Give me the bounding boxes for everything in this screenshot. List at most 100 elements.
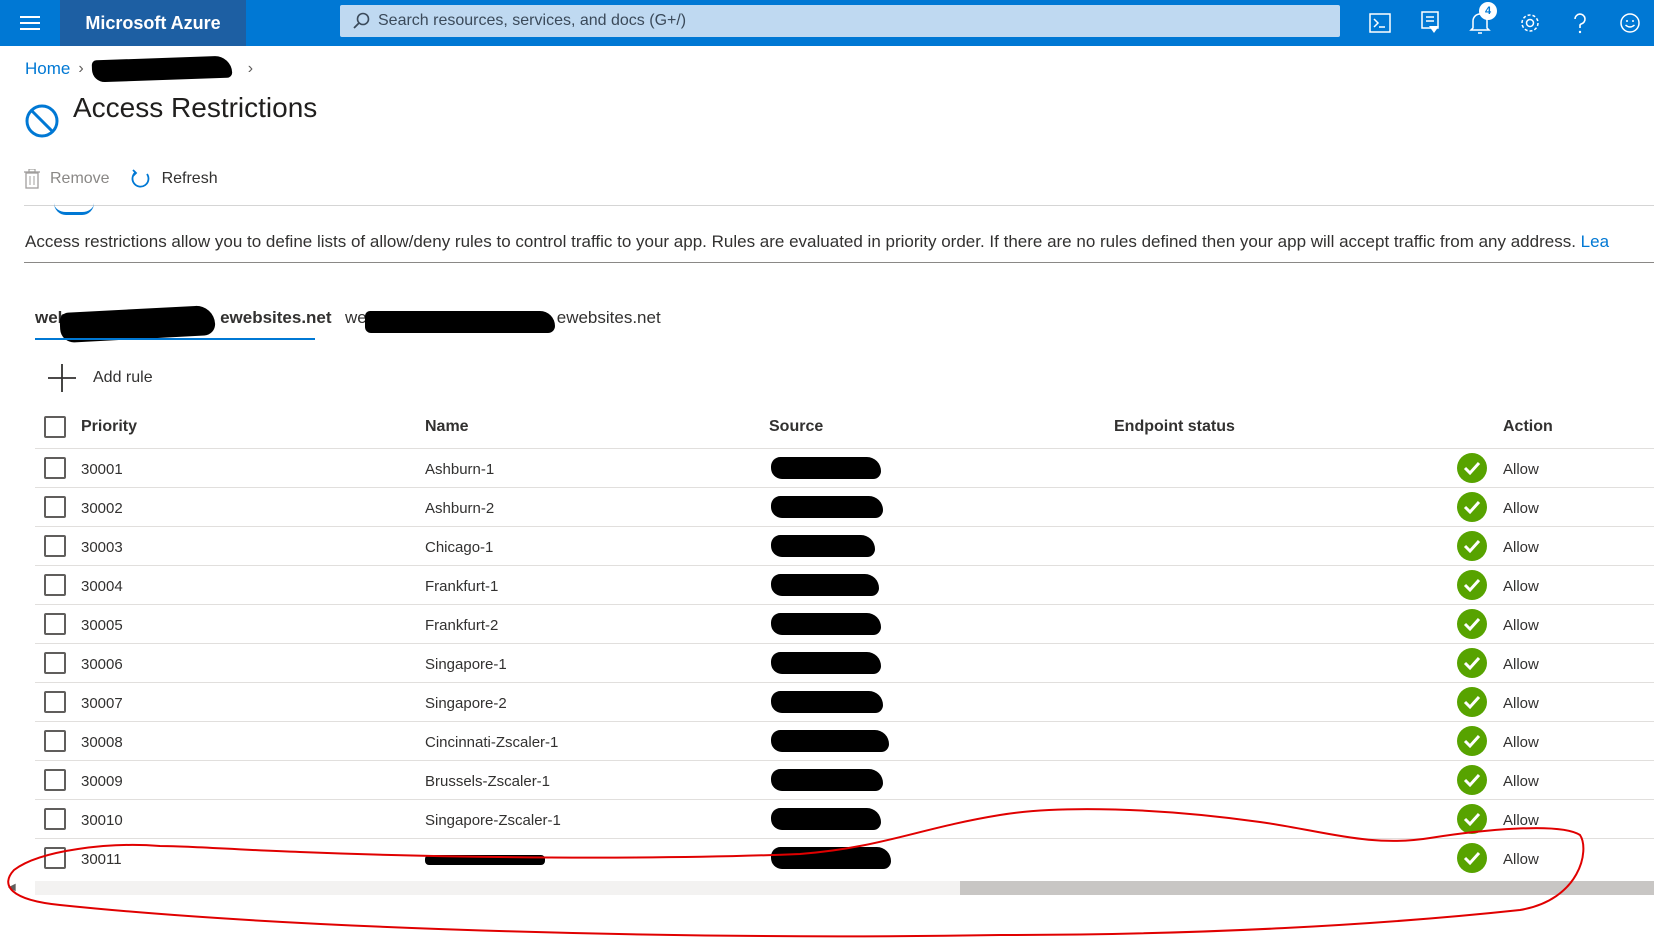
row-checkbox[interactable] bbox=[44, 652, 66, 674]
refresh-icon bbox=[131, 169, 149, 188]
cell-action: Allow bbox=[1503, 773, 1539, 790]
cell-name: Frankfurt-1 bbox=[425, 578, 499, 595]
table-row[interactable]: 30009 Brussels-Zscaler-1 Allow bbox=[35, 760, 1654, 799]
allow-check-icon bbox=[1457, 843, 1487, 873]
column-header-endpoint-status[interactable]: Endpoint status bbox=[1114, 418, 1235, 436]
notifications-icon[interactable]: 4 bbox=[1457, 0, 1503, 46]
table-row[interactable]: 30005 Frankfurt-2 Allow bbox=[35, 604, 1654, 643]
cell-name: Chicago-1 bbox=[425, 539, 494, 556]
learn-more-link[interactable]: Lea bbox=[1581, 232, 1609, 251]
allow-check-icon bbox=[1457, 531, 1487, 561]
page-title: Access Restrictions bbox=[73, 92, 318, 123]
settings-icon[interactable] bbox=[1507, 0, 1553, 46]
allow-check-icon bbox=[1457, 804, 1487, 834]
row-checkbox[interactable] bbox=[44, 574, 66, 596]
table-row[interactable]: 30007 Singapore-2 Allow bbox=[35, 682, 1654, 721]
row-checkbox[interactable] bbox=[44, 535, 66, 557]
allow-check-icon bbox=[1457, 609, 1487, 639]
cell-action: Allow bbox=[1503, 695, 1539, 712]
trash-icon bbox=[24, 169, 40, 189]
add-rule-label: Add rule bbox=[93, 369, 153, 386]
cell-action: Allow bbox=[1503, 734, 1539, 751]
scroll-left-arrow-icon[interactable]: ◀ bbox=[8, 882, 16, 893]
loading-indicator bbox=[54, 203, 94, 215]
breadcrumb: Home › › bbox=[25, 55, 254, 83]
redacted-source bbox=[771, 613, 881, 635]
search-input[interactable] bbox=[378, 12, 1278, 30]
remove-label: Remove bbox=[50, 170, 110, 187]
cell-action: Allow bbox=[1503, 500, 1539, 517]
select-all-checkbox[interactable] bbox=[44, 416, 66, 438]
cell-name: Ashburn-2 bbox=[425, 500, 495, 517]
cell-action: Allow bbox=[1503, 461, 1539, 478]
table-row[interactable]: 30002 Ashburn-2 Allow bbox=[35, 487, 1654, 526]
cell-priority: 30010 bbox=[81, 812, 123, 829]
global-search[interactable] bbox=[340, 5, 1340, 37]
cell-action: Allow bbox=[1503, 578, 1539, 595]
table-row[interactable]: 30006 Singapore-1 Allow bbox=[35, 643, 1654, 682]
table-row[interactable]: 30004 Frankfurt-1 Allow bbox=[35, 565, 1654, 604]
cell-priority: 30005 bbox=[81, 617, 123, 634]
cell-name: Singapore-Zscaler-1 bbox=[425, 812, 561, 829]
toolbar-divider bbox=[24, 205, 1654, 206]
column-header-name[interactable]: Name bbox=[425, 418, 469, 436]
allow-check-icon bbox=[1457, 570, 1487, 600]
directory-filter-icon[interactable] bbox=[1407, 0, 1453, 46]
hamburger-icon[interactable] bbox=[0, 0, 60, 46]
redacted-source bbox=[771, 847, 891, 869]
row-checkbox[interactable] bbox=[44, 769, 66, 791]
redacted-source bbox=[771, 457, 881, 479]
row-checkbox[interactable] bbox=[44, 730, 66, 752]
redacted-name bbox=[425, 855, 545, 865]
row-checkbox[interactable] bbox=[44, 496, 66, 518]
chevron-right-icon: › bbox=[78, 60, 84, 77]
allow-check-icon bbox=[1457, 726, 1487, 756]
table-row[interactable]: 30001 Ashburn-1 Allow bbox=[35, 448, 1654, 487]
cell-action: Allow bbox=[1503, 656, 1539, 673]
column-header-source[interactable]: Source bbox=[769, 418, 823, 436]
scrollbar-thumb[interactable] bbox=[960, 881, 1654, 895]
tab-scm-site-prefix: we bbox=[345, 308, 367, 327]
remove-button[interactable]: Remove bbox=[24, 169, 110, 189]
allow-check-icon bbox=[1457, 453, 1487, 483]
brand-title[interactable]: Microsoft Azure bbox=[60, 0, 246, 46]
table-row[interactable]: 30010 Singapore-Zscaler-1 Allow bbox=[35, 799, 1654, 838]
redacted-source bbox=[771, 730, 889, 752]
redacted-source bbox=[771, 808, 881, 830]
allow-check-icon bbox=[1457, 687, 1487, 717]
table-row[interactable]: 30008 Cincinnati-Zscaler-1 Allow bbox=[35, 721, 1654, 760]
breadcrumb-home[interactable]: Home bbox=[25, 59, 70, 79]
redacted-source bbox=[771, 691, 883, 713]
feedback-icon[interactable] bbox=[1607, 0, 1653, 46]
cell-priority: 30006 bbox=[81, 656, 123, 673]
row-checkbox[interactable] bbox=[44, 808, 66, 830]
table-row[interactable]: 30003 Chicago-1 Allow bbox=[35, 526, 1654, 565]
row-checkbox[interactable] bbox=[44, 691, 66, 713]
cell-action: Allow bbox=[1503, 539, 1539, 556]
refresh-label: Refresh bbox=[161, 170, 218, 187]
description-text: Access restrictions allow you to define … bbox=[25, 232, 1654, 252]
cell-priority: 30008 bbox=[81, 734, 123, 751]
table-row[interactable]: 30011 Allow bbox=[35, 838, 1654, 877]
cell-priority: 30007 bbox=[81, 695, 123, 712]
cloud-shell-icon[interactable] bbox=[1357, 0, 1403, 46]
cell-name: Singapore-2 bbox=[425, 695, 507, 712]
column-header-priority[interactable]: Priority bbox=[81, 418, 137, 436]
row-checkbox[interactable] bbox=[44, 457, 66, 479]
plus-icon bbox=[48, 364, 76, 392]
tab-main-site-suffix: ewebsites.net bbox=[220, 308, 332, 327]
cell-name: Frankfurt-2 bbox=[425, 617, 499, 634]
allow-check-icon bbox=[1457, 648, 1487, 678]
tab-scm-site-suffix: ewebsites.net bbox=[556, 308, 661, 327]
help-icon[interactable] bbox=[1557, 0, 1603, 46]
add-rule-button[interactable]: Add rule bbox=[47, 363, 153, 393]
chevron-right-icon: › bbox=[247, 60, 254, 77]
row-checkbox[interactable] bbox=[44, 613, 66, 635]
cell-name: Ashburn-1 bbox=[425, 461, 495, 478]
cell-priority: 30009 bbox=[81, 773, 123, 790]
refresh-button[interactable]: Refresh bbox=[130, 168, 218, 190]
column-header-action[interactable]: Action bbox=[1503, 418, 1553, 436]
row-checkbox[interactable] bbox=[44, 847, 66, 869]
cell-action: Allow bbox=[1503, 617, 1539, 634]
access-restrictions-icon bbox=[24, 103, 60, 139]
